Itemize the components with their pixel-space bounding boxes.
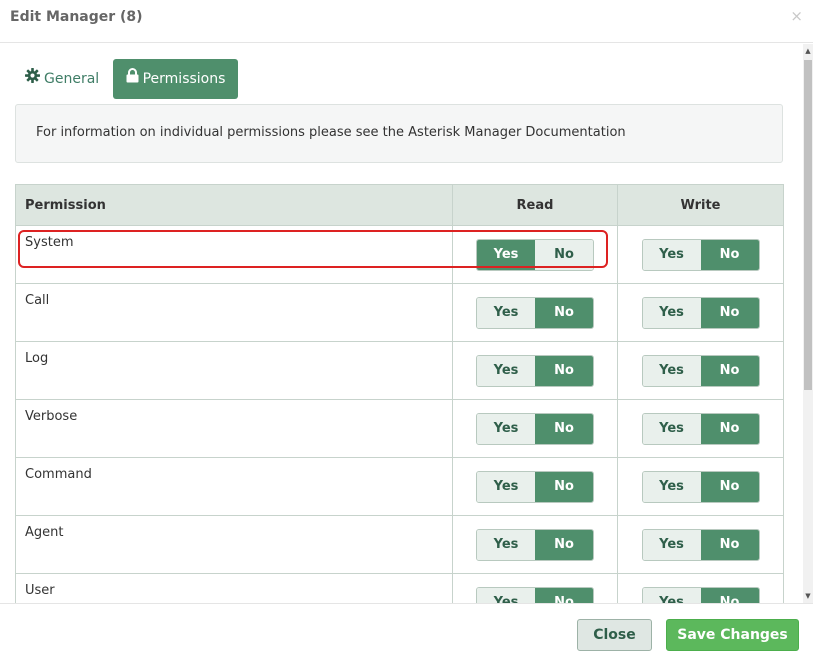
write-no-option[interactable]: No (700, 587, 759, 603)
tab-general[interactable]: General (15, 59, 107, 99)
permission-name: Agent (15, 515, 453, 574)
tab-permissions[interactable]: Permissions (113, 59, 238, 99)
write-yes-option[interactable]: Yes (642, 355, 701, 386)
write-toggle-cell: Yes No (617, 341, 784, 400)
read-yes-option[interactable]: Yes (477, 297, 535, 328)
scroll-down-icon[interactable]: ▼ (803, 591, 813, 601)
read-toggle-cell: Yes No (452, 457, 618, 516)
read-no-option[interactable]: No (535, 413, 593, 444)
write-toggle-cell: Yes No (617, 573, 784, 603)
permission-name: Verbose (15, 399, 453, 458)
modal-footer: Close Save Changes (0, 603, 813, 663)
read-no-option[interactable]: No (535, 297, 593, 328)
info-box: For information on individual permission… (15, 104, 783, 163)
column-header-permission: Permission (15, 184, 453, 226)
permission-name: User (15, 573, 453, 603)
write-toggle-cell: Yes No (617, 283, 784, 342)
write-no-option[interactable]: No (700, 297, 759, 328)
read-yes-option[interactable]: Yes (477, 471, 535, 502)
modal-body: General Permissions For information on i… (0, 44, 803, 603)
write-yes-option[interactable]: Yes (642, 471, 701, 502)
read-toggle-cell: Yes No (452, 341, 618, 400)
write-no-option[interactable]: No (700, 355, 759, 386)
write-no-option[interactable]: No (700, 413, 759, 444)
read-no-option[interactable]: No (535, 587, 593, 603)
table-header-row: Permission Read Write (15, 184, 784, 226)
save-changes-button[interactable]: Save Changes (666, 619, 799, 651)
close-button[interactable]: Close (577, 619, 652, 651)
permission-name: System (15, 225, 453, 284)
write-no-option[interactable]: No (700, 239, 759, 270)
read-yes-option[interactable]: Yes (477, 355, 535, 386)
read-toggle[interactable]: Yes No (476, 412, 594, 445)
write-toggle-cell: Yes No (617, 457, 784, 516)
read-yes-option[interactable]: Yes (477, 587, 535, 603)
write-toggle[interactable]: Yes No (641, 586, 760, 603)
column-header-write: Write (617, 184, 784, 226)
table-row: Call Yes No Yes No (15, 283, 784, 342)
modal-header: Edit Manager (8) × (0, 0, 813, 43)
write-toggle-cell: Yes No (617, 399, 784, 458)
write-yes-option[interactable]: Yes (642, 587, 701, 603)
scrollbar[interactable]: ▲ ▼ (803, 44, 813, 603)
permissions-table: Permission Read Write System Yes No Yes No Ca… (15, 184, 784, 603)
write-toggle[interactable]: Yes No (641, 238, 760, 271)
tab-general-label: General (44, 71, 100, 87)
table-row: User Yes No Yes No (15, 573, 784, 603)
info-text: For information on individual permission… (36, 125, 626, 140)
write-toggle[interactable]: Yes No (641, 470, 760, 503)
permission-name: Command (15, 457, 453, 516)
read-toggle-cell: Yes No (452, 515, 618, 574)
read-toggle[interactable]: Yes No (476, 586, 594, 603)
permission-name: Call (15, 283, 453, 342)
gear-icon (25, 59, 40, 99)
scroll-thumb[interactable] (804, 60, 812, 390)
write-toggle-cell: Yes No (617, 515, 784, 574)
read-toggle-cell: Yes No (452, 225, 618, 284)
close-icon[interactable]: × (790, 7, 803, 25)
permission-name: Log (15, 341, 453, 400)
read-toggle[interactable]: Yes No (476, 528, 594, 561)
write-toggle[interactable]: Yes No (641, 354, 760, 387)
read-yes-option[interactable]: Yes (477, 529, 535, 560)
table-row: Command Yes No Yes No (15, 457, 784, 516)
read-toggle[interactable]: Yes No (476, 238, 594, 271)
write-no-option[interactable]: No (700, 471, 759, 502)
write-toggle[interactable]: Yes No (641, 412, 760, 445)
modal-title: Edit Manager (8) (10, 9, 143, 25)
write-yes-option[interactable]: Yes (642, 529, 701, 560)
write-no-option[interactable]: No (700, 529, 759, 560)
write-yes-option[interactable]: Yes (642, 297, 701, 328)
write-yes-option[interactable]: Yes (642, 413, 701, 444)
lock-icon (126, 59, 139, 99)
table-row: System Yes No Yes No (15, 225, 784, 284)
write-toggle[interactable]: Yes No (641, 528, 760, 561)
read-yes-option[interactable]: Yes (477, 413, 535, 444)
table-row: Log Yes No Yes No (15, 341, 784, 400)
read-toggle[interactable]: Yes No (476, 470, 594, 503)
write-yes-option[interactable]: Yes (642, 239, 701, 270)
read-no-option[interactable]: No (535, 355, 593, 386)
scroll-up-icon[interactable]: ▲ (803, 46, 813, 56)
read-toggle-cell: Yes No (452, 399, 618, 458)
column-header-read: Read (452, 184, 618, 226)
read-yes-option[interactable]: Yes (477, 239, 535, 270)
tab-permissions-label: Permissions (142, 71, 226, 87)
write-toggle[interactable]: Yes No (641, 296, 760, 329)
read-no-option[interactable]: No (535, 239, 593, 270)
read-toggle-cell: Yes No (452, 283, 618, 342)
read-toggle[interactable]: Yes No (476, 354, 594, 387)
read-toggle-cell: Yes No (452, 573, 618, 603)
read-no-option[interactable]: No (535, 471, 593, 502)
write-toggle-cell: Yes No (617, 225, 784, 284)
read-toggle[interactable]: Yes No (476, 296, 594, 329)
table-row: Verbose Yes No Yes No (15, 399, 784, 458)
read-no-option[interactable]: No (535, 529, 593, 560)
table-row: Agent Yes No Yes No (15, 515, 784, 574)
